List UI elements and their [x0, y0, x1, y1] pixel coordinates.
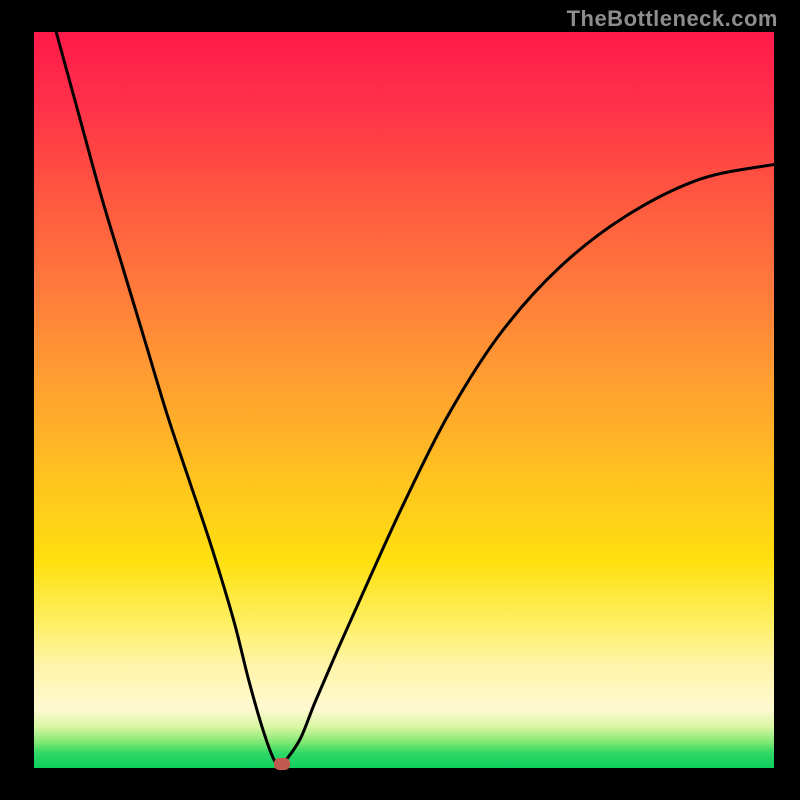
watermark: TheBottleneck.com: [567, 6, 778, 32]
minimum-marker: [274, 758, 290, 770]
plot-area: [34, 32, 774, 768]
chart-frame: TheBottleneck.com: [0, 0, 800, 800]
